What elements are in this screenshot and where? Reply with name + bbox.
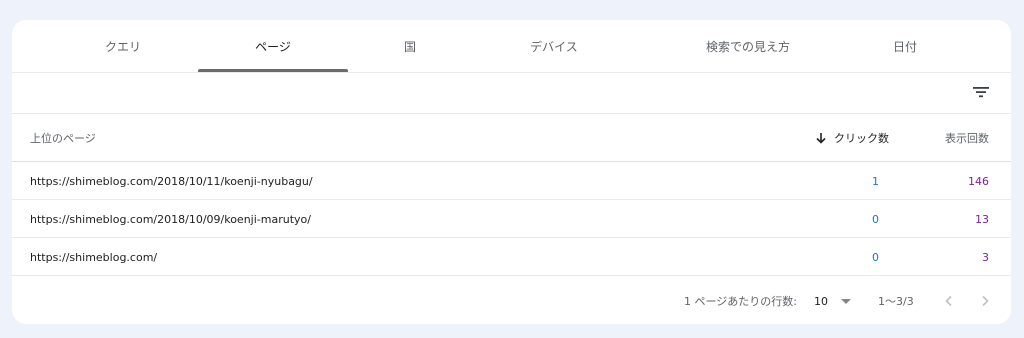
table-header: 上位のページ クリック数 表示回数 bbox=[12, 114, 1011, 162]
page-url: https://shimeblog.com/2018/10/11/koenji-… bbox=[30, 174, 313, 188]
chevron-right-icon bbox=[982, 295, 989, 307]
table-row[interactable]: https://shimeblog.com/2018/10/09/koenji-… bbox=[12, 200, 1011, 238]
tab-device[interactable]: デバイス bbox=[472, 20, 636, 73]
pagination: 1 ページあたりの行数: 10 1〜3/3 bbox=[12, 278, 1011, 324]
next-page-button[interactable] bbox=[978, 278, 992, 324]
tab-query[interactable]: クエリ bbox=[48, 20, 198, 73]
tab-country[interactable]: 国 bbox=[348, 20, 472, 73]
clicks-value: 1 bbox=[872, 174, 879, 188]
active-tab-indicator bbox=[198, 69, 348, 72]
rows-per-page-value: 10 bbox=[814, 294, 828, 308]
impressions-value: 13 bbox=[975, 212, 989, 226]
column-header-impressions-label: 表示回数 bbox=[945, 132, 989, 145]
column-header-clicks-label: クリック数 bbox=[834, 132, 889, 145]
filter-button[interactable] bbox=[970, 83, 992, 101]
filter-icon bbox=[973, 87, 989, 98]
previous-page-button[interactable] bbox=[942, 278, 956, 324]
table-toolbar bbox=[12, 73, 1011, 114]
tab-search-appearance-label: 検索での見え方 bbox=[705, 40, 790, 54]
pagination-range: 1〜3/3 bbox=[878, 295, 914, 308]
clicks-value: 0 bbox=[872, 250, 879, 264]
column-header-clicks[interactable]: クリック数 bbox=[814, 114, 889, 162]
column-header-page-label: 上位のページ bbox=[30, 132, 96, 145]
dimension-tabs: クエリ ページ 国 デバイス 検索での見え方 日付 bbox=[12, 20, 1011, 73]
tab-date[interactable]: 日付 bbox=[830, 20, 980, 73]
tab-page-label: ページ bbox=[255, 40, 291, 54]
tab-search-appearance[interactable]: 検索での見え方 bbox=[666, 20, 830, 73]
table-row[interactable]: https://shimeblog.com/2018/10/11/koenji-… bbox=[12, 162, 1011, 200]
page-url: https://shimeblog.com/ bbox=[30, 250, 158, 264]
triangle-down-icon bbox=[841, 299, 851, 304]
chevron-left-icon bbox=[945, 295, 952, 307]
impressions-value: 146 bbox=[968, 174, 989, 188]
table-row[interactable]: https://shimeblog.com/ 0 3 bbox=[12, 238, 1011, 276]
tab-country-label: 国 bbox=[403, 40, 416, 54]
column-header-impressions[interactable]: 表示回数 bbox=[945, 114, 989, 162]
clicks-value: 0 bbox=[872, 212, 879, 226]
tab-device-label: デバイス bbox=[530, 40, 578, 54]
column-header-page[interactable]: 上位のページ bbox=[30, 114, 96, 162]
rows-per-page-label: 1 ページあたりの行数: bbox=[684, 295, 797, 308]
page-url: https://shimeblog.com/2018/10/09/koenji-… bbox=[30, 212, 311, 226]
rows-per-page-select[interactable]: 10 bbox=[814, 278, 852, 324]
impressions-value: 3 bbox=[982, 250, 989, 264]
tab-page[interactable]: ページ bbox=[198, 20, 348, 73]
performance-report-card: クエリ ページ 国 デバイス 検索での見え方 日付 上位のページ クリック数 表… bbox=[12, 20, 1011, 324]
arrow-down-icon bbox=[816, 133, 826, 144]
tab-date-label: 日付 bbox=[892, 40, 917, 54]
tab-query-label: クエリ bbox=[104, 40, 141, 54]
